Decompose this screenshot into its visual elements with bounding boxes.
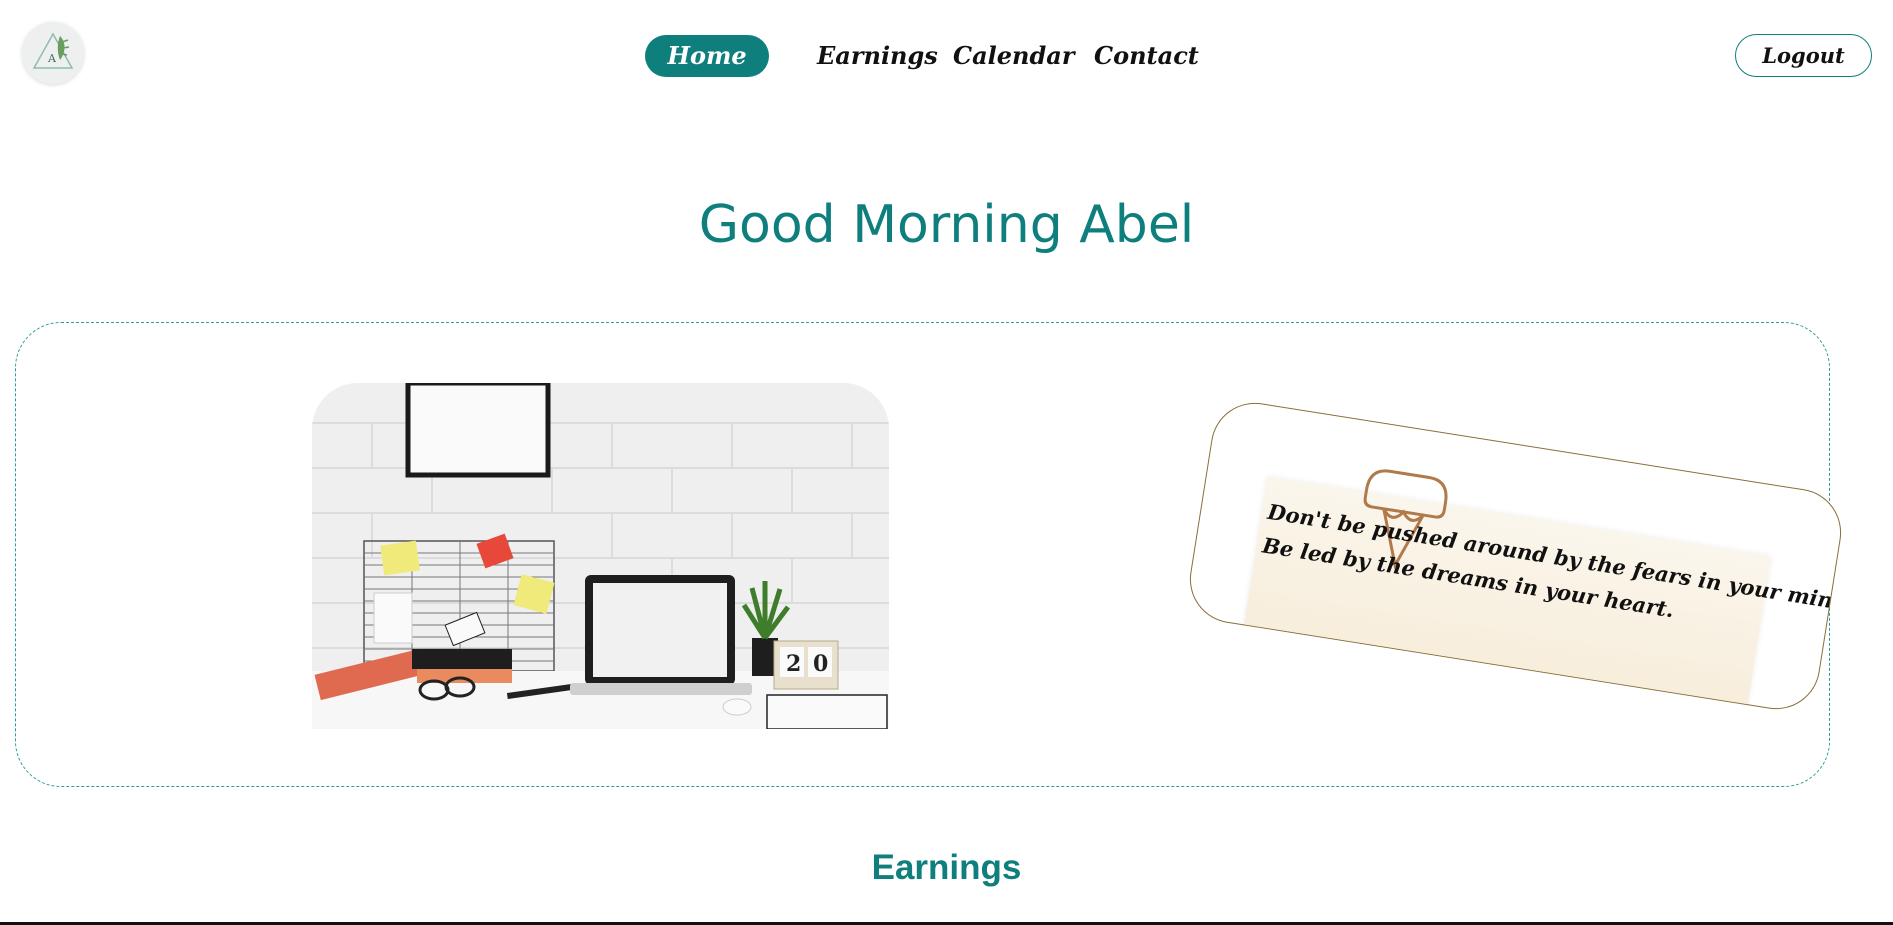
svg-text:2: 2 — [786, 651, 801, 677]
laptop — [570, 575, 752, 695]
nav-earnings-link[interactable]: Earnings — [817, 35, 938, 77]
svg-text:0: 0 — [813, 651, 828, 677]
logo-icon: A — [32, 32, 74, 69]
nav-contact-link[interactable]: Contact — [1094, 35, 1199, 77]
greeting-title: Good Morning Abel — [698, 195, 1195, 255]
desk-photo: 2 0 — [312, 383, 889, 729]
earnings-section-title: Earnings — [871, 848, 1022, 887]
wall-frame — [405, 383, 551, 478]
app-logo[interactable]: A — [22, 22, 84, 84]
nav-home-link[interactable]: Home — [645, 35, 769, 77]
navbar: A Home Earnings Calendar Contact Logout — [0, 0, 1893, 115]
logout-button[interactable]: Logout — [1735, 34, 1872, 77]
desk-calendar: 2 0 — [773, 640, 839, 690]
logo-letter: A — [47, 52, 57, 65]
black-notebook — [412, 649, 512, 669]
desk-illustration: 2 0 — [312, 383, 889, 729]
nav-calendar-link[interactable]: Calendar — [953, 35, 1074, 77]
